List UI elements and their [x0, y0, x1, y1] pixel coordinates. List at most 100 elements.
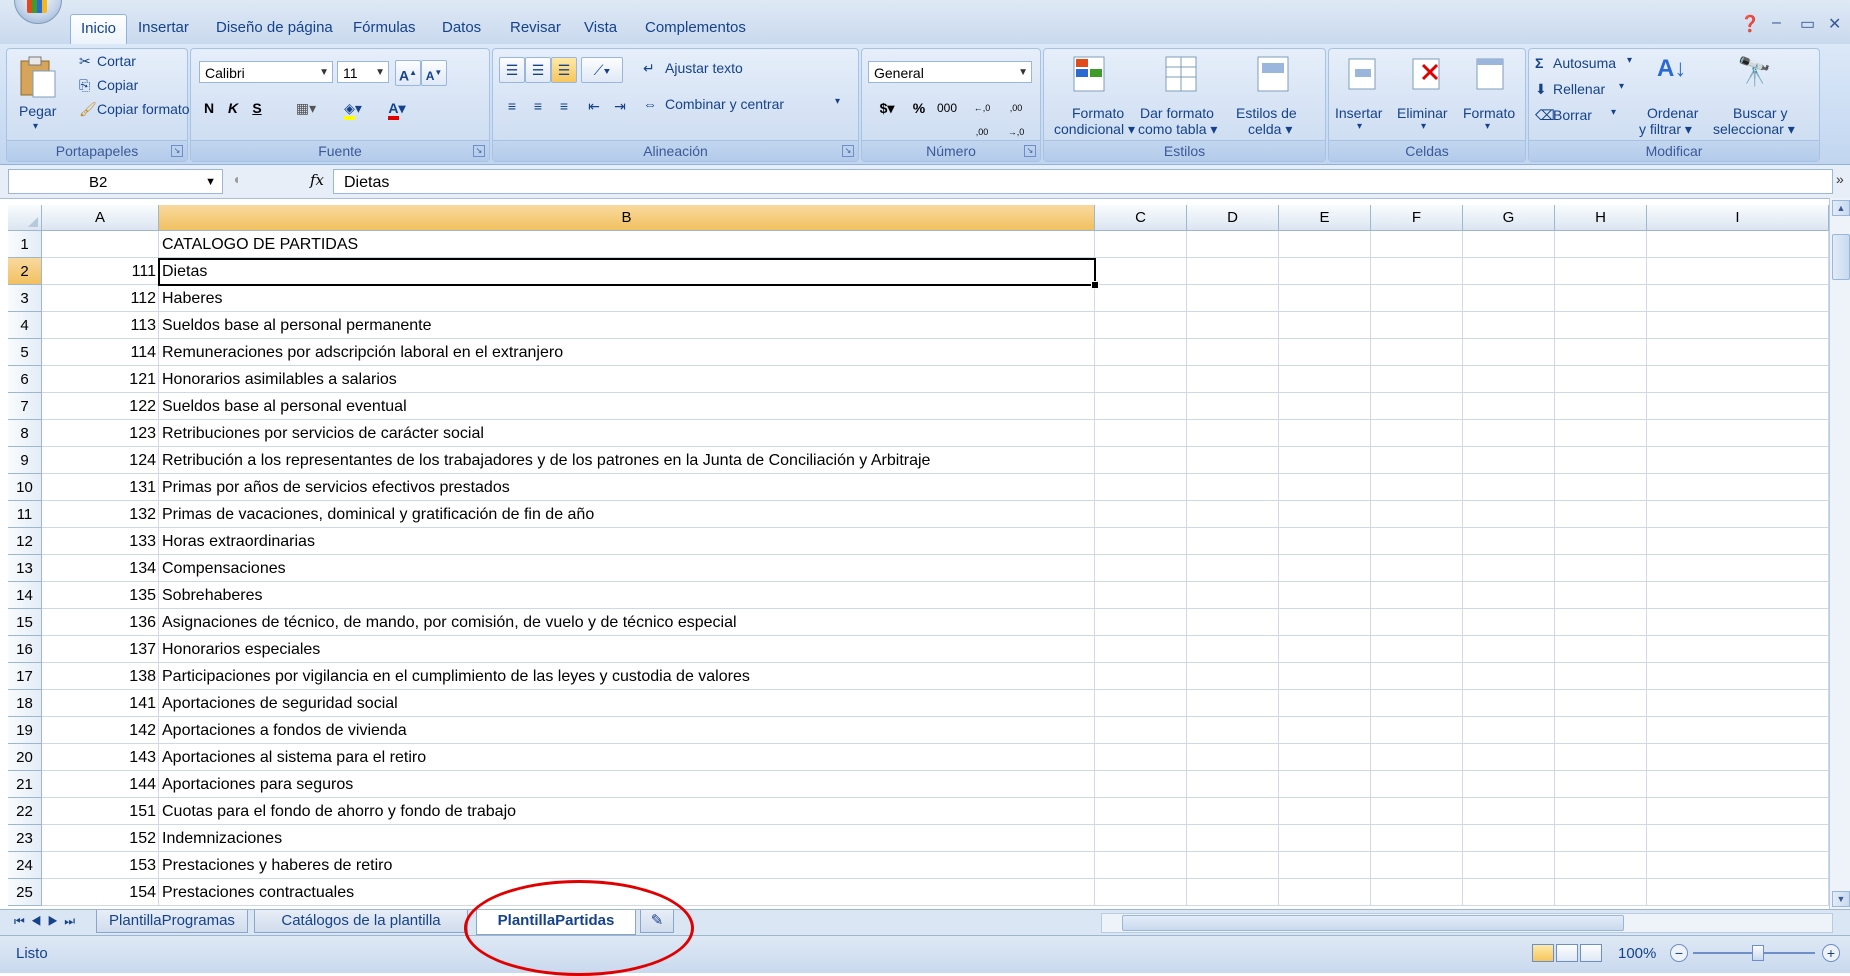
empty-cell[interactable]: [1463, 798, 1555, 825]
empty-cell[interactable]: [1279, 609, 1371, 636]
name-box[interactable]: B2 ▼: [8, 169, 223, 194]
empty-cell[interactable]: [1095, 555, 1187, 582]
empty-cell[interactable]: [1095, 798, 1187, 825]
empty-cell[interactable]: [1647, 582, 1829, 609]
empty-cell[interactable]: [1647, 690, 1829, 717]
close-icon[interactable]: ✕: [1828, 14, 1841, 34]
empty-cell[interactable]: [1279, 690, 1371, 717]
empty-cell[interactable]: [1187, 771, 1279, 798]
empty-cell[interactable]: [1371, 609, 1463, 636]
cell-a[interactable]: 122: [42, 393, 159, 420]
row-header[interactable]: 9: [8, 447, 42, 474]
column-header-h[interactable]: H: [1555, 205, 1647, 231]
cell-b[interactable]: Asignaciones de técnico, de mando, por c…: [159, 609, 1095, 636]
empty-cell[interactable]: [1095, 501, 1187, 528]
empty-cell[interactable]: [1371, 447, 1463, 474]
empty-cell[interactable]: [1279, 285, 1371, 312]
empty-cell[interactable]: [1279, 258, 1371, 285]
empty-cell[interactable]: [1555, 852, 1647, 879]
empty-cell[interactable]: [1187, 636, 1279, 663]
empty-cell[interactable]: [1187, 501, 1279, 528]
empty-cell[interactable]: [1371, 663, 1463, 690]
row-header[interactable]: 15: [8, 609, 42, 636]
empty-cell[interactable]: [1095, 852, 1187, 879]
row-header[interactable]: 13: [8, 555, 42, 582]
cell-a[interactable]: 132: [42, 501, 159, 528]
italic-button[interactable]: K: [221, 95, 245, 121]
row-header[interactable]: 6: [8, 366, 42, 393]
normal-view-button[interactable]: [1532, 944, 1554, 962]
empty-cell[interactable]: [1371, 636, 1463, 663]
expand-formula-icon[interactable]: »: [1836, 171, 1844, 187]
empty-cell[interactable]: [1555, 609, 1647, 636]
empty-cell[interactable]: [1187, 447, 1279, 474]
empty-cell[interactable]: [1647, 636, 1829, 663]
empty-cell[interactable]: [1187, 690, 1279, 717]
empty-cell[interactable]: [1555, 663, 1647, 690]
cell-a[interactable]: 112: [42, 285, 159, 312]
empty-cell[interactable]: [1095, 528, 1187, 555]
empty-cell[interactable]: [1463, 771, 1555, 798]
cell-a[interactable]: 154: [42, 879, 159, 906]
cell-b[interactable]: Prestaciones y haberes de retiro: [159, 852, 1095, 879]
empty-cell[interactable]: [1555, 312, 1647, 339]
cell-a[interactable]: 153: [42, 852, 159, 879]
empty-cell[interactable]: [1187, 717, 1279, 744]
empty-cell[interactable]: [1279, 798, 1371, 825]
empty-cell[interactable]: [1647, 717, 1829, 744]
empty-cell[interactable]: [1647, 420, 1829, 447]
orientation-button[interactable]: ⟋▾: [581, 57, 623, 83]
empty-cell[interactable]: [1187, 366, 1279, 393]
select-all-button[interactable]: [8, 205, 42, 231]
row-header[interactable]: 10: [8, 474, 42, 501]
empty-cell[interactable]: [1463, 879, 1555, 906]
empty-cell[interactable]: [1371, 879, 1463, 906]
empty-cell[interactable]: [1555, 339, 1647, 366]
empty-cell[interactable]: [1187, 555, 1279, 582]
merge-center-button[interactable]: ⇔ Combinar y centrar ▾: [643, 93, 853, 117]
empty-cell[interactable]: [1463, 285, 1555, 312]
empty-cell[interactable]: [1647, 285, 1829, 312]
horizontal-scroll-thumb[interactable]: [1122, 915, 1624, 931]
empty-cell[interactable]: [1095, 690, 1187, 717]
empty-cell[interactable]: [1463, 231, 1555, 258]
empty-cell[interactable]: [1187, 582, 1279, 609]
empty-cell[interactable]: [1555, 420, 1647, 447]
cell-b[interactable]: Retribuciones por servicios de carácter …: [159, 420, 1095, 447]
help-icon[interactable]: ❓: [1740, 14, 1760, 34]
format-as-table-button[interactable]: Dar formato como tabla ▾: [1138, 51, 1228, 137]
empty-cell[interactable]: [1371, 231, 1463, 258]
empty-cell[interactable]: [1647, 879, 1829, 906]
empty-cell[interactable]: [1371, 258, 1463, 285]
row-header[interactable]: 3: [8, 285, 42, 312]
row-header[interactable]: 19: [8, 717, 42, 744]
cell-a[interactable]: 134: [42, 555, 159, 582]
cell-styles-button[interactable]: Estilos de celda ▾: [1230, 51, 1320, 137]
cell-a[interactable]: [42, 231, 159, 258]
empty-cell[interactable]: [1647, 852, 1829, 879]
empty-cell[interactable]: [1555, 285, 1647, 312]
empty-cell[interactable]: [1095, 717, 1187, 744]
empty-cell[interactable]: [1279, 555, 1371, 582]
alignment-launcher-icon[interactable]: ↘: [842, 145, 854, 157]
tab-complementos[interactable]: Complementos: [635, 14, 756, 42]
cell-b[interactable]: CATALOGO DE PARTIDAS: [159, 231, 1095, 258]
empty-cell[interactable]: [1463, 501, 1555, 528]
column-header-i[interactable]: I: [1647, 205, 1829, 231]
row-header[interactable]: 18: [8, 690, 42, 717]
empty-cell[interactable]: [1555, 717, 1647, 744]
shrink-font-button[interactable]: A▼: [421, 60, 447, 86]
cell-b[interactable]: Sobrehaberes: [159, 582, 1095, 609]
empty-cell[interactable]: [1647, 366, 1829, 393]
empty-cell[interactable]: [1647, 744, 1829, 771]
formula-input[interactable]: Dietas: [333, 169, 1833, 194]
scroll-down-icon[interactable]: ▼: [1832, 891, 1850, 907]
row-header[interactable]: 7: [8, 393, 42, 420]
font-launcher-icon[interactable]: ↘: [473, 145, 485, 157]
empty-cell[interactable]: [1095, 636, 1187, 663]
empty-cell[interactable]: [1647, 609, 1829, 636]
fx-icon[interactable]: fx: [310, 171, 324, 189]
empty-cell[interactable]: [1555, 555, 1647, 582]
empty-cell[interactable]: [1647, 474, 1829, 501]
cell-a[interactable]: 133: [42, 528, 159, 555]
